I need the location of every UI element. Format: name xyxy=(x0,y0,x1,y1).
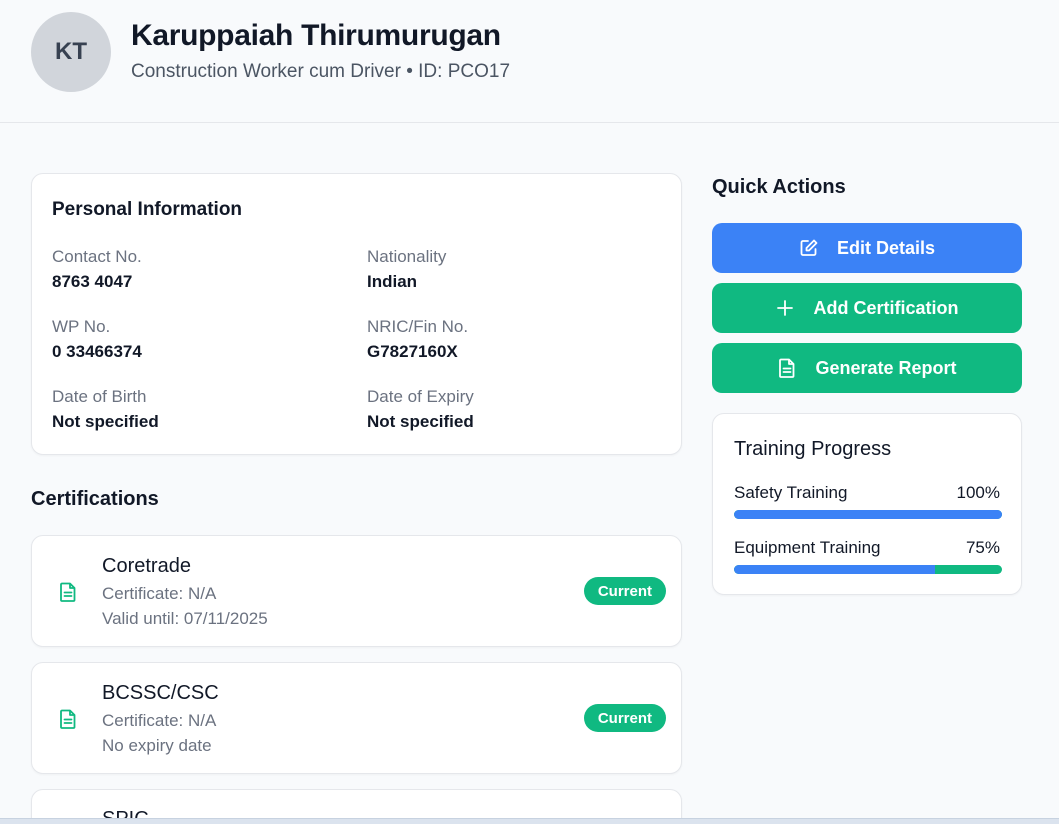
nric-fin-label: NRIC/Fin No. xyxy=(367,317,469,336)
worker-name: Karuppaiah Thirumurugan xyxy=(131,19,501,52)
certifications-title: Certifications xyxy=(31,488,159,510)
window-bottom-edge xyxy=(0,818,1059,824)
wp-no-label: WP No. xyxy=(52,317,111,336)
safety-training-progress-bar xyxy=(734,510,1002,519)
date-of-birth-value: Not specified xyxy=(52,412,159,431)
document-icon xyxy=(777,358,797,378)
personal-information-title: Personal Information xyxy=(52,199,243,220)
personal-information-card: Personal Information Contact No. 8763 40… xyxy=(31,173,682,455)
progress-fill xyxy=(734,510,1002,519)
date-of-birth-label: Date of Birth xyxy=(52,387,147,406)
certification-card[interactable]: Coretrade Certificate: N/A Valid until: … xyxy=(31,535,682,647)
certification-card[interactable]: BCSSC/CSC Certificate: N/A No expiry dat… xyxy=(31,662,682,774)
certificate-validity: No expiry date xyxy=(102,736,212,755)
contact-no-label: Contact No. xyxy=(52,247,142,266)
certification-name: Coretrade xyxy=(102,555,191,577)
equipment-training-percent: 75% xyxy=(965,538,1000,557)
edit-details-label: Edit Details xyxy=(836,237,936,258)
contact-no-value: 8763 4047 xyxy=(52,272,133,291)
status-badge: Current xyxy=(583,577,666,605)
quick-actions-title: Quick Actions xyxy=(712,176,846,198)
nationality-label: Nationality xyxy=(367,247,447,266)
certification-name: BCSSC/CSC xyxy=(102,682,219,704)
document-icon xyxy=(60,709,76,729)
certificate-number: Certificate: N/A xyxy=(102,584,217,603)
nric-fin-value: G7827160X xyxy=(367,342,458,361)
safety-training-label: Safety Training xyxy=(734,483,848,502)
progress-fill xyxy=(734,565,935,574)
equipment-training-progress-bar xyxy=(734,565,1002,574)
add-certification-button[interactable]: Add Certification xyxy=(712,283,1022,333)
avatar: KT xyxy=(31,12,111,92)
certificate-number: Certificate: N/A xyxy=(102,711,217,730)
training-progress-card: Training Progress Safety Training 100% E… xyxy=(712,413,1022,595)
equipment-training-label: Equipment Training xyxy=(734,538,881,557)
edit-icon xyxy=(799,238,819,258)
plus-icon xyxy=(775,298,795,318)
nationality-value: Indian xyxy=(367,272,418,291)
wp-no-value: 0 33466374 xyxy=(52,342,142,361)
profile-header: KT Karuppaiah Thirumurugan Construction … xyxy=(0,0,1059,123)
certificate-validity: Valid until: 07/11/2025 xyxy=(102,609,268,628)
document-icon xyxy=(60,582,76,602)
add-certification-label: Add Certification xyxy=(813,297,959,318)
date-of-expiry-value: Not specified xyxy=(367,412,474,431)
worker-subtitle: Construction Worker cum Driver • ID: PCO… xyxy=(131,61,511,82)
generate-report-button[interactable]: Generate Report xyxy=(712,343,1022,393)
generate-report-label: Generate Report xyxy=(815,357,957,378)
safety-training-percent: 100% xyxy=(956,483,1000,502)
status-badge: Current xyxy=(583,704,666,732)
edit-details-button[interactable]: Edit Details xyxy=(712,223,1022,273)
date-of-expiry-label: Date of Expiry xyxy=(367,387,474,406)
training-progress-title: Training Progress xyxy=(734,438,892,460)
